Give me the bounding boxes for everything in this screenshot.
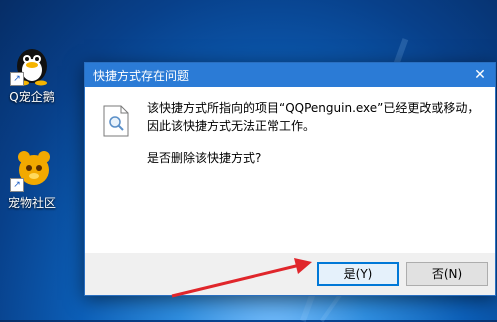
- annotation-arrow: [171, 258, 312, 298]
